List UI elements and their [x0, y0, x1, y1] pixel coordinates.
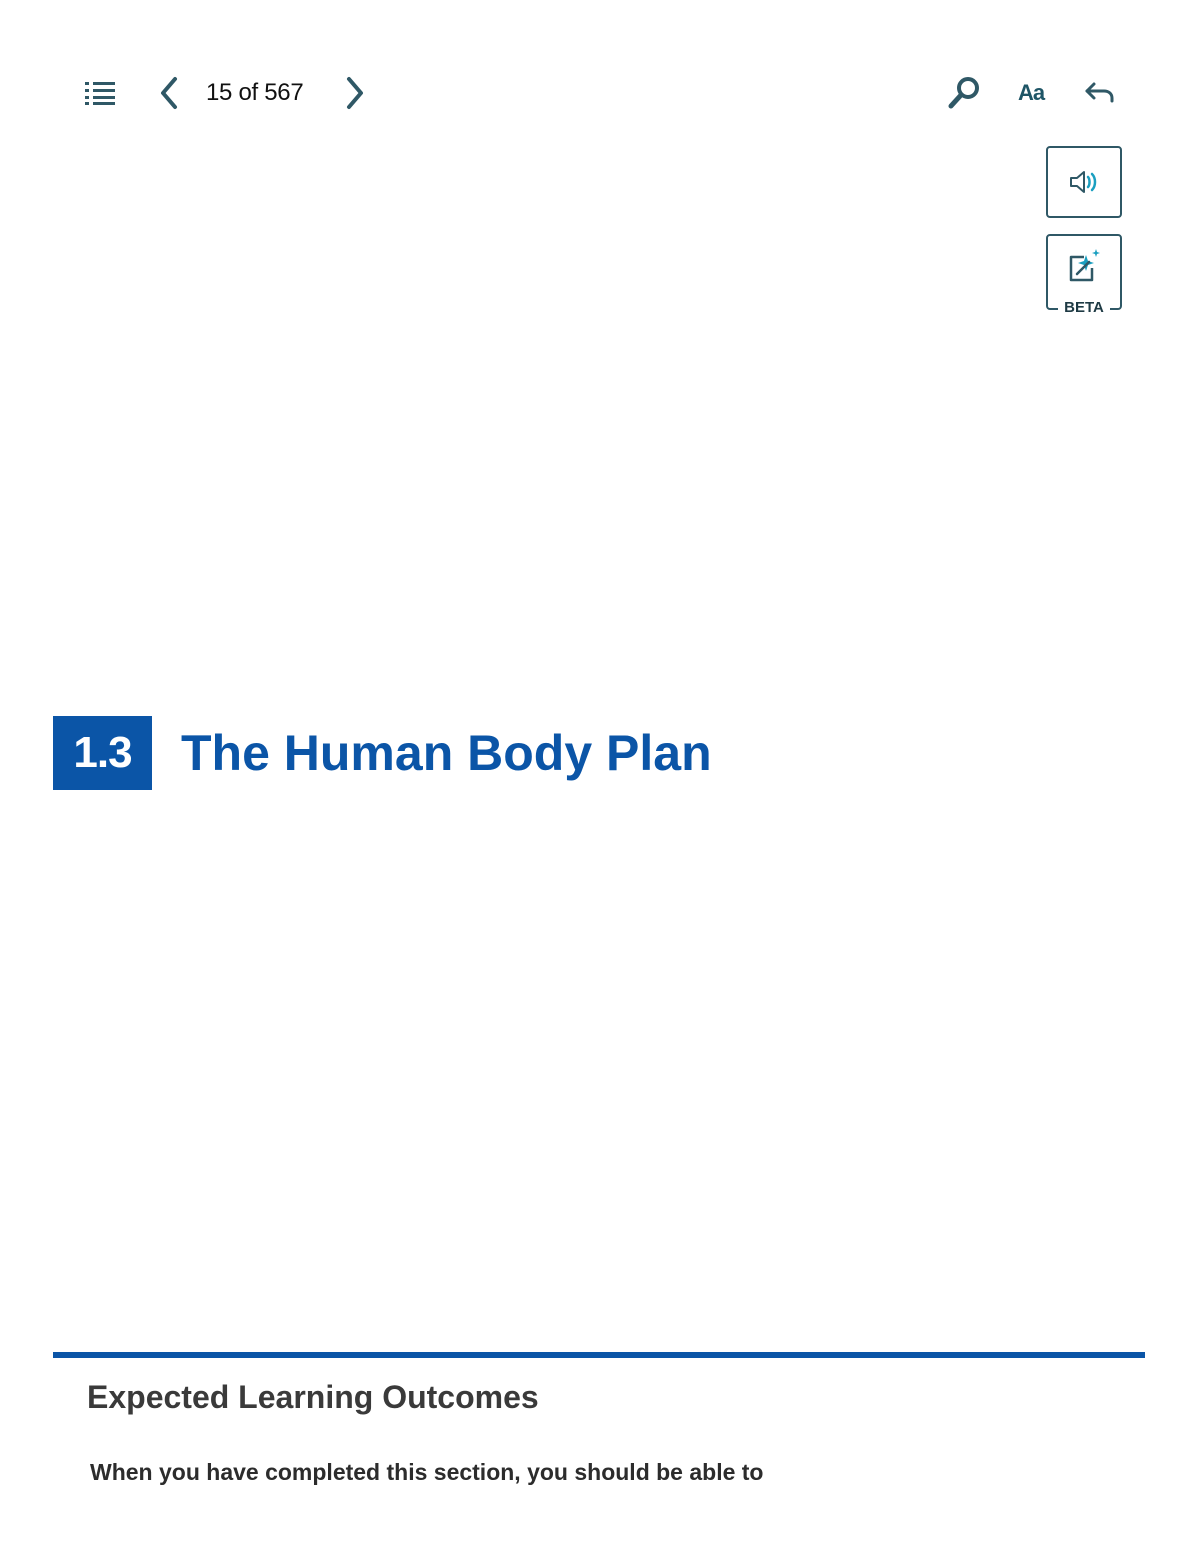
speaker-icon	[1070, 171, 1097, 193]
list-icon	[85, 82, 115, 105]
font-settings-label: Aa	[1017, 80, 1045, 105]
page-counter: 15 of 567	[206, 79, 304, 106]
font-settings-button[interactable]: Aa	[1008, 74, 1054, 112]
ai-assistant-button[interactable]: BETA	[1046, 234, 1122, 316]
outcomes-intro: When you have completed this section, yo…	[90, 1459, 764, 1485]
previous-page-button[interactable]	[152, 72, 186, 114]
search-button[interactable]	[942, 72, 986, 114]
outcomes-heading: Expected Learning Outcomes	[87, 1379, 539, 1415]
chevron-left-icon	[161, 77, 177, 109]
search-icon	[948, 77, 979, 109]
undo-arrow-icon	[1085, 82, 1114, 103]
back-button[interactable]	[1080, 74, 1120, 112]
ai-sparkle-edit-icon	[1069, 249, 1100, 282]
beta-badge: BETA	[1058, 300, 1110, 316]
read-aloud-button[interactable]	[1046, 146, 1122, 218]
table-of-contents-button[interactable]	[80, 74, 120, 112]
chevron-right-icon	[347, 77, 363, 109]
outcomes-divider	[53, 1352, 1145, 1358]
section-title: The Human Body Plan	[181, 725, 712, 781]
next-page-button[interactable]	[338, 72, 372, 114]
section-number: 1.3	[53, 716, 152, 790]
